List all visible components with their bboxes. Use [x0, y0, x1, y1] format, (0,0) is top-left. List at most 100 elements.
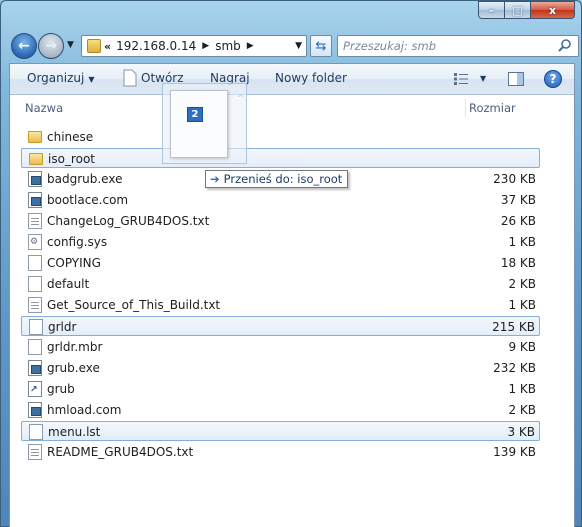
- file-size: 9 KB: [508, 340, 536, 354]
- explorer-client-area: Organizuj ▼ Otwórz Nagraj Nowy folder ▼ ?…: [9, 63, 575, 527]
- application-icon: [28, 192, 42, 208]
- minimize-button[interactable]: –: [478, 1, 505, 19]
- file-size: 18 KB: [500, 256, 536, 270]
- file-size: 1 KB: [508, 298, 536, 312]
- file-name: config.sys: [47, 235, 108, 249]
- command-bar: Organizuj ▼ Otwórz Nagraj Nowy folder ▼ ?: [10, 64, 574, 95]
- file-row[interactable]: grub.exe 232 KB: [21, 358, 540, 378]
- navigation-bar: ← → ▼ « 192.168.0.14 ▶ smb ▶ ▼ ⇆ Przeszu…: [9, 31, 579, 61]
- file-size: 37 KB: [500, 193, 536, 207]
- file-row[interactable]: default 2 KB: [21, 274, 540, 294]
- system-file-icon: [28, 234, 42, 250]
- file-row[interactable]: menu.lst 3 KB: [21, 421, 540, 441]
- drag-tooltip-text: Przenieś do: iso_root: [223, 172, 343, 186]
- caption-buttons: – □ x: [478, 1, 575, 19]
- file-name: menu.lst: [48, 425, 101, 439]
- breadcrumb-overflow[interactable]: «: [104, 40, 111, 53]
- drag-tooltip: ➔ Przenieś do: iso_root: [205, 170, 349, 188]
- file-name: bootlace.com: [47, 193, 129, 207]
- help-button[interactable]: ?: [544, 70, 562, 88]
- help-icon: ?: [549, 72, 557, 86]
- file-name: grldr: [48, 320, 77, 334]
- chevron-down-icon: ▼: [88, 75, 95, 84]
- file-name: iso_root: [48, 152, 95, 166]
- search-placeholder: Przeszukaj: smb: [343, 39, 437, 53]
- file-icon: [28, 255, 42, 271]
- file-size: 26 KB: [500, 214, 536, 228]
- application-icon: [28, 171, 42, 187]
- file-row[interactable]: iso_root: [21, 148, 540, 168]
- close-button[interactable]: x: [531, 1, 575, 19]
- folder-icon: [28, 131, 42, 143]
- file-row[interactable]: Get_Source_of_This_Build.txt 1 KB: [21, 295, 540, 315]
- file-row[interactable]: ChangeLog_GRUB4DOS.txt 26 KB: [21, 211, 540, 231]
- file-icon: [29, 424, 43, 440]
- file-name: Get_Source_of_This_Build.txt: [47, 298, 221, 312]
- file-row[interactable]: hmload.com 2 KB: [21, 400, 540, 420]
- application-icon: [28, 360, 42, 376]
- file-row[interactable]: COPYING 18 KB: [21, 253, 540, 273]
- file-name: README_GRUB4DOS.txt: [47, 445, 194, 459]
- file-size: 2 KB: [508, 277, 536, 291]
- search-input[interactable]: Przeszukaj: smb: [337, 35, 579, 57]
- file-row[interactable]: README_GRUB4DOS.txt 139 KB: [21, 442, 540, 462]
- file-name: grub.exe: [47, 361, 100, 375]
- preview-pane-icon[interactable]: [508, 72, 524, 86]
- file-name: hmload.com: [47, 403, 122, 417]
- recent-pages-dropdown-icon[interactable]: ▼: [67, 40, 74, 50]
- refresh-button[interactable]: ⇆: [310, 35, 332, 57]
- file-name: badgrub.exe: [47, 172, 123, 186]
- file-row[interactable]: grldr.mbr 9 KB: [21, 337, 540, 357]
- breadcrumb-separator-icon[interactable]: ▶: [247, 41, 254, 51]
- file-name: chinese: [47, 130, 94, 144]
- file-size: 1 KB: [508, 235, 536, 249]
- file-row[interactable]: chinese: [21, 127, 540, 147]
- forward-button[interactable]: →: [38, 33, 64, 59]
- explorer-window: – □ x ← → ▼ « 192.168.0.14 ▶ smb ▶ ▼ ⇆ P…: [0, 0, 582, 527]
- move-arrow-icon: ➔: [210, 172, 220, 186]
- file-name: ChangeLog_GRUB4DOS.txt: [47, 214, 210, 228]
- back-arrow-icon: ←: [18, 38, 30, 54]
- file-size: 139 KB: [493, 445, 536, 459]
- drag-file-icon: [170, 90, 228, 158]
- breadcrumb-separator-icon[interactable]: ▶: [202, 41, 209, 51]
- column-name-header[interactable]: Nazwa: [25, 101, 63, 115]
- breadcrumb-item[interactable]: smb: [215, 39, 241, 53]
- file-row[interactable]: config.sys 1 KB: [21, 232, 540, 252]
- text-file-icon: [28, 297, 42, 313]
- column-size-header[interactable]: Rozmiar: [469, 101, 516, 115]
- file-name: grub: [47, 382, 75, 396]
- refresh-icon: ⇆: [315, 38, 327, 54]
- column-header: Nazwa ^ Rozmiar: [10, 94, 574, 119]
- search-icon[interactable]: [557, 38, 573, 54]
- text-file-icon: [28, 444, 42, 460]
- file-row[interactable]: grub 1 KB: [21, 379, 540, 399]
- file-icon: [28, 276, 42, 292]
- file-name: COPYING: [47, 256, 101, 270]
- file-size: 215 KB: [492, 320, 535, 334]
- address-bar[interactable]: « 192.168.0.14 ▶ smb ▶ ▼: [81, 35, 307, 57]
- file-row[interactable]: grldr 215 KB: [21, 316, 540, 336]
- breadcrumb-item[interactable]: 192.168.0.14: [116, 39, 196, 53]
- file-icon: [29, 319, 43, 335]
- file-size: 2 KB: [508, 403, 536, 417]
- application-icon: [28, 402, 42, 418]
- view-options-icon[interactable]: [454, 73, 470, 85]
- organize-label: Organizuj: [27, 71, 85, 85]
- view-dropdown-icon[interactable]: ▼: [480, 74, 486, 83]
- back-button[interactable]: ←: [11, 33, 37, 59]
- organize-button[interactable]: Organizuj ▼: [27, 71, 94, 85]
- new-folder-label: Nowy folder: [275, 71, 347, 85]
- folder-icon: [29, 153, 43, 165]
- new-folder-button[interactable]: Nowy folder: [275, 71, 347, 85]
- maximize-button[interactable]: □: [505, 1, 531, 19]
- text-file-icon: [28, 213, 42, 229]
- file-row[interactable]: bootlace.com 37 KB: [21, 190, 540, 210]
- file-size: 230 KB: [493, 172, 536, 186]
- file-name: grldr.mbr: [47, 340, 103, 354]
- column-divider[interactable]: [465, 99, 466, 117]
- network-folder-icon: [87, 39, 101, 53]
- file-size: 232 KB: [493, 361, 536, 375]
- address-dropdown-icon[interactable]: ▼: [295, 41, 302, 51]
- file-name: default: [47, 277, 90, 291]
